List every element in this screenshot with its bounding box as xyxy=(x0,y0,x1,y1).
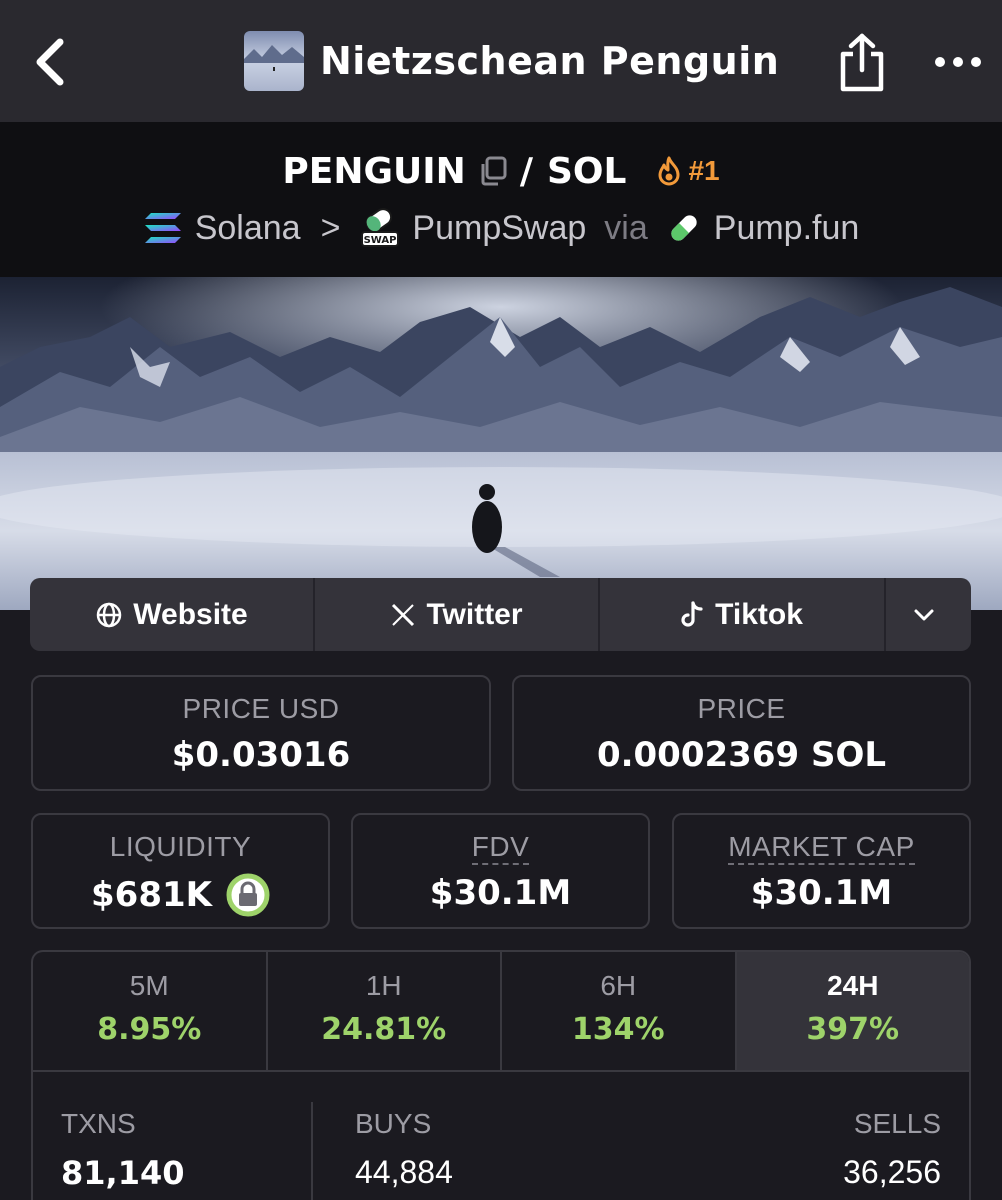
sells-stat: SELLS 36,256 xyxy=(843,1108,941,1191)
launchpad-name[interactable]: Pump.fun xyxy=(714,209,860,248)
nav-title-group: Nietzschean Penguin xyxy=(244,30,779,92)
txns-divider xyxy=(311,1102,313,1200)
more-options-button[interactable] xyxy=(930,44,986,80)
price-usd-label: PRICE USD xyxy=(182,693,340,724)
top-nav-bar: Nietzschean Penguin xyxy=(0,0,1002,122)
fdv-card: FDV $30.1M xyxy=(351,813,650,929)
tiktok-button[interactable]: Tiktok xyxy=(600,578,886,651)
timeframe-panel: 5M 8.95% 1H 24.81% 6H 134% 24H 397% TXNS… xyxy=(31,950,971,1200)
buys-stat: BUYS 44,884 xyxy=(355,1108,453,1191)
price-usd-value: $0.03016 xyxy=(171,735,351,775)
social-links-bar: Website Twitter Tiktok xyxy=(30,578,971,651)
token-avatar xyxy=(244,31,304,91)
pair-header: PENGUIN / SOL #1 Solana > SWAP PumpSwap … xyxy=(0,122,1002,277)
pill-icon xyxy=(671,215,697,241)
pair-separator: / xyxy=(519,150,533,192)
via-label: via xyxy=(604,208,648,247)
twitter-label: Twitter xyxy=(426,597,523,631)
chain-breadcrumb: Solana > SWAP PumpSwap via Pump.fun xyxy=(0,202,1002,254)
trending-rank-badge[interactable]: #1 xyxy=(656,155,720,187)
price-native-label: PRICE xyxy=(697,693,786,724)
nav-title: Nietzschean Penguin xyxy=(320,39,780,83)
market-cap-value: $30.1M xyxy=(750,873,893,913)
price-change-value: 24.81% xyxy=(321,1012,447,1047)
market-cap-card: MARKET CAP $30.1M xyxy=(672,813,971,929)
liquidity-label: LIQUIDITY xyxy=(109,831,252,862)
chevron-down-icon xyxy=(914,609,933,620)
tab-label: 5M xyxy=(129,970,169,1001)
dex-name[interactable]: PumpSwap xyxy=(412,209,586,248)
share-icon xyxy=(840,33,884,92)
website-label: Website xyxy=(133,597,248,631)
pair-title-row: PENGUIN / SOL #1 xyxy=(0,146,1002,196)
txns-value: 81,140 xyxy=(61,1154,185,1192)
pumpswap-icon: SWAP xyxy=(361,208,400,247)
price-change-value: 8.95% xyxy=(97,1012,202,1047)
tab-1h[interactable]: 1H 24.81% xyxy=(268,952,502,1070)
buys-value: 44,884 xyxy=(355,1154,453,1190)
txns-stat: TXNS 81,140 xyxy=(61,1108,184,1192)
fdv-label[interactable]: FDV xyxy=(471,831,530,865)
globe-icon xyxy=(97,602,122,627)
txns-label: TXNS xyxy=(61,1108,136,1139)
fdv-value: $30.1M xyxy=(429,873,572,913)
price-native-card: PRICE 0.0002369 SOL xyxy=(512,675,971,791)
quote-token-symbol: SOL xyxy=(546,150,627,192)
rank-text: #1 xyxy=(688,155,720,186)
copy-icon[interactable] xyxy=(478,155,508,187)
tab-label: 1H xyxy=(365,970,402,1001)
price-change-value: 134% xyxy=(571,1012,665,1047)
sells-value: 36,256 xyxy=(843,1154,941,1190)
website-button[interactable]: Website xyxy=(30,578,315,651)
liquidity-value: $681K xyxy=(91,875,212,915)
price-usd-card: PRICE USD $0.03016 xyxy=(31,675,491,791)
price-change-value: 397% xyxy=(806,1012,900,1047)
share-button[interactable] xyxy=(836,32,888,94)
more-socials-dropdown[interactable] xyxy=(886,578,971,651)
flame-icon xyxy=(658,156,680,186)
timeframe-tabs: 5M 8.95% 1H 24.81% 6H 134% 24H 397% xyxy=(33,952,969,1072)
ellipsis-icon xyxy=(935,57,981,67)
token-banner-image xyxy=(0,277,1002,610)
swap-badge-text: SWAP xyxy=(364,235,397,246)
tab-label: 6H xyxy=(600,970,637,1001)
sells-label: SELLS xyxy=(853,1108,941,1139)
lock-icon[interactable] xyxy=(226,873,270,917)
tab-5m[interactable]: 5M 8.95% xyxy=(33,952,268,1070)
tab-label: 24H xyxy=(827,970,879,1001)
price-native-value: 0.0002369 SOL xyxy=(596,735,887,775)
back-button[interactable] xyxy=(30,36,74,88)
x-logo-icon xyxy=(392,603,415,626)
tiktok-icon xyxy=(681,600,703,627)
market-cap-label[interactable]: MARKET CAP xyxy=(728,831,915,865)
twitter-button[interactable]: Twitter xyxy=(315,578,600,651)
liquidity-card: LIQUIDITY $681K xyxy=(31,813,330,929)
solana-icon xyxy=(144,213,181,243)
chevron-left-icon xyxy=(36,38,64,86)
tab-24h[interactable]: 24H 397% xyxy=(736,952,969,1070)
buys-label: BUYS xyxy=(355,1108,432,1139)
tab-6h[interactable]: 6H 134% xyxy=(502,952,737,1070)
breadcrumb-separator: > xyxy=(320,208,341,247)
chain-name[interactable]: Solana xyxy=(195,209,301,248)
transactions-row: TXNS 81,140 BUYS 44,884 SELLS 36,256 xyxy=(33,1072,969,1200)
tiktok-label: Tiktok xyxy=(715,597,803,631)
liquidity-value-row: $681K xyxy=(33,873,328,917)
base-token-symbol: PENGUIN xyxy=(282,150,466,192)
